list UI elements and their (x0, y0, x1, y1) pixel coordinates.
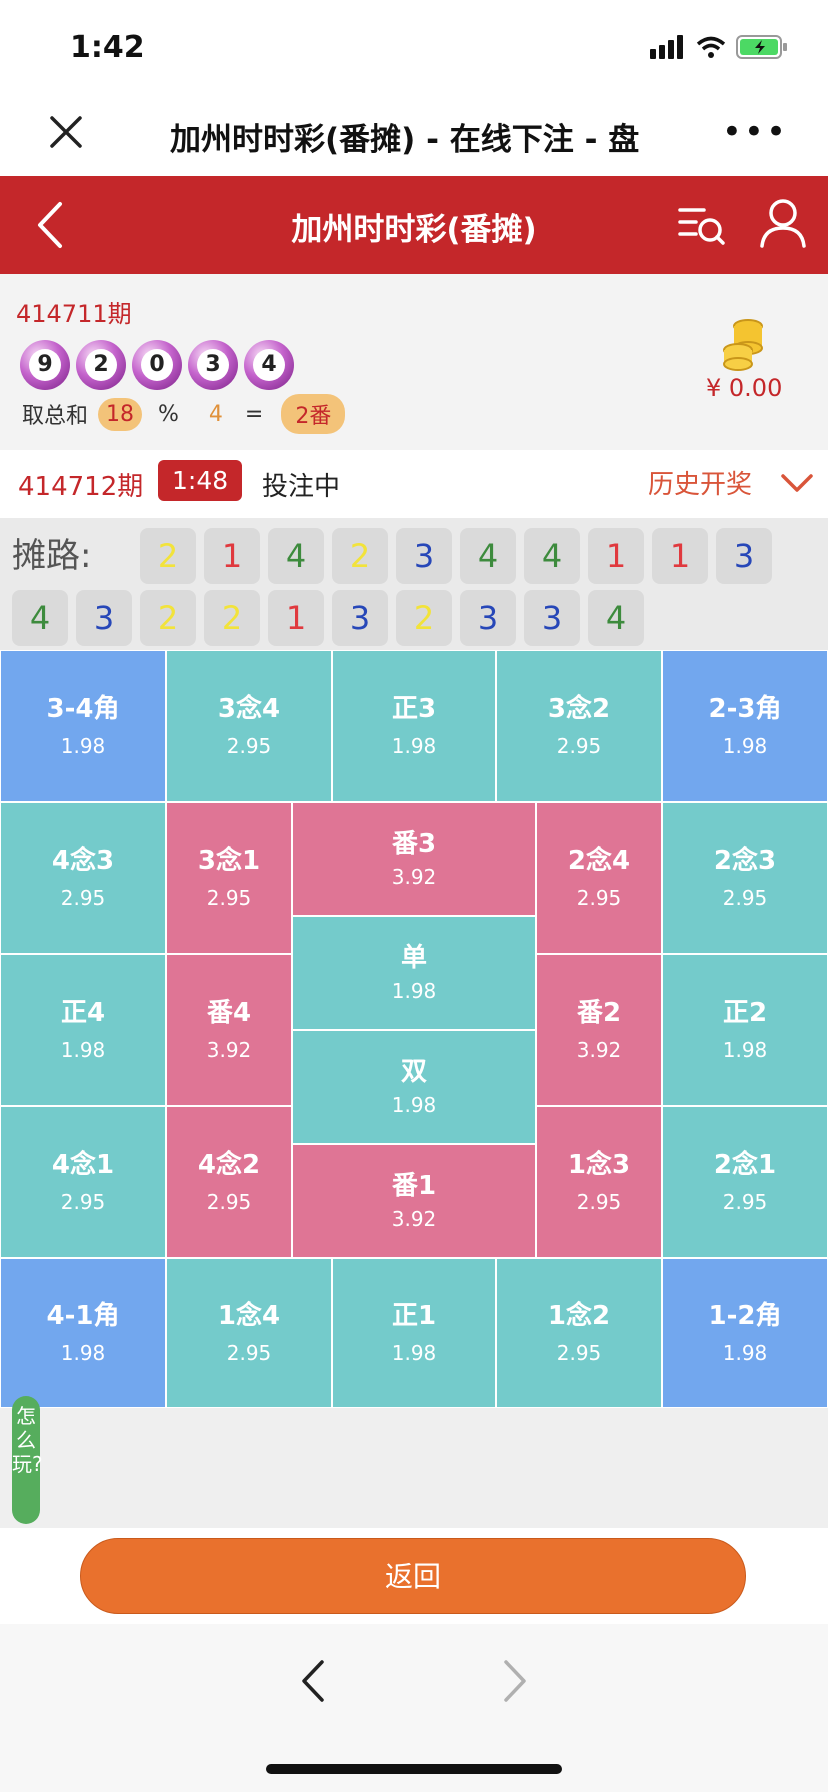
return-bar: 返回 (0, 1528, 828, 1624)
formula-result: 2番 (281, 394, 346, 434)
grid-footer-space (0, 1408, 828, 1528)
betting-status: 投注中 (262, 472, 341, 502)
last-draw-panel: 414711期 9 2 0 3 4 取总和 18 % 4 = 2番 ¥ 0.00 (0, 274, 828, 450)
draw-ball: 2 (76, 340, 126, 390)
battery-icon (736, 35, 787, 59)
road-chip: 4 (268, 528, 324, 584)
formula-eq: = (244, 401, 264, 427)
more-icon[interactable]: ••• (722, 112, 788, 152)
road-chip: 3 (332, 590, 388, 646)
bet-cell-zheng-1[interactable]: 正1 1.98 (332, 1258, 496, 1408)
road-chip: 3 (716, 528, 772, 584)
bet-cell-4-1-jiao[interactable]: 4-1角 1.98 (0, 1258, 166, 1408)
bet-cell-1-nian-2[interactable]: 1念2 2.95 (496, 1258, 662, 1408)
wallet-balance: ¥ 0.00 (706, 374, 783, 402)
bet-cell-2-nian-1[interactable]: 2念1 2.95 (662, 1106, 828, 1258)
draw-ball: 9 (20, 340, 70, 390)
signal-icon (650, 35, 683, 59)
road-chip: 3 (460, 590, 516, 646)
road-chip: 2 (140, 528, 196, 584)
road-chip: 2 (140, 590, 196, 646)
bet-cell-zheng-3[interactable]: 正3 1.98 (332, 650, 496, 802)
bet-cell-1-nian-3[interactable]: 1念3 2.95 (536, 1106, 662, 1258)
wifi-icon (696, 36, 726, 58)
bet-cell-3-4-jiao[interactable]: 3-4角 1.98 (0, 650, 166, 802)
bet-grid: 3-4角 1.98 3念4 2.95 正3 1.98 3念2 2.95 2-3角 1.98… (0, 650, 828, 1408)
road-chip: 1 (268, 590, 324, 646)
coins-icon (723, 319, 763, 371)
browser-nav-bar (0, 1624, 828, 1792)
user-icon[interactable] (758, 196, 808, 250)
chevron-down-icon[interactable] (780, 472, 814, 494)
formula-label: 取总和 (22, 404, 89, 429)
status-icons (650, 34, 788, 60)
bet-cell-zheng-4[interactable]: 正4 1.98 (0, 954, 166, 1106)
current-issue-bar: 414712期 1:48 投注中 历史开奖 (0, 450, 828, 518)
how-to-play-button[interactable]: 怎么玩? (12, 1396, 43, 1524)
bet-cell-fan-4[interactable]: 番4 3.92 (166, 954, 292, 1106)
countdown-badge: 1:48 (158, 460, 243, 501)
formula-mod-sign: % (158, 401, 179, 427)
road-panel: 摊路: 2 1 4 2 3 4 4 1 1 3 4 3 2 2 1 3 2 3 … (0, 518, 828, 650)
search-list-icon[interactable] (676, 200, 726, 250)
road-chip: 4 (588, 590, 644, 646)
road-label: 摊路: (12, 536, 92, 576)
history-link[interactable]: 历史开奖 (648, 464, 752, 501)
road-chip: 2 (332, 528, 388, 584)
browser-title: 加州时时彩(番摊) - 在线下注 - 盘 (170, 122, 640, 158)
formula-mod: 4 (208, 401, 223, 427)
road-chip: 4 (12, 590, 68, 646)
home-indicator (266, 1764, 562, 1774)
bet-cell-4-nian-2[interactable]: 4念2 2.95 (166, 1106, 292, 1258)
last-issue: 414711期 (16, 300, 132, 328)
bet-cell-2-nian-3[interactable]: 2念3 2.95 (662, 802, 828, 954)
bet-cell-2-3-jiao[interactable]: 2-3角 1.98 (662, 650, 828, 802)
current-issue: 414712期 (18, 472, 144, 502)
bet-cell-fan-2[interactable]: 番2 3.92 (536, 954, 662, 1106)
road-chip: 3 (76, 590, 132, 646)
bet-cell-shuang[interactable]: 双 1.98 (292, 1030, 536, 1144)
road-chip: 1 (588, 528, 644, 584)
draw-ball: 3 (188, 340, 238, 390)
bet-cell-dan[interactable]: 单 1.98 (292, 916, 536, 1030)
draw-ball: 4 (244, 340, 294, 390)
bet-cell-3-nian-1[interactable]: 3念1 2.95 (166, 802, 292, 954)
bet-cell-1-2-jiao[interactable]: 1-2角 1.98 (662, 1258, 828, 1408)
draw-formula: 取总和 18 % 4 = 2番 (22, 394, 346, 434)
bet-cell-2-nian-4[interactable]: 2念4 2.95 (536, 802, 662, 954)
chevron-left-icon[interactable] (294, 1656, 334, 1706)
bet-cell-4-nian-3[interactable]: 4念3 2.95 (0, 802, 166, 954)
status-time: 1:42 (70, 30, 145, 65)
road-chip: 2 (396, 590, 452, 646)
bet-cell-1-nian-4[interactable]: 1念4 2.95 (166, 1258, 332, 1408)
draw-balls: 9 2 0 3 4 (20, 340, 294, 390)
road-chip: 1 (204, 528, 260, 584)
bet-cell-fan-1[interactable]: 番1 3.92 (292, 1144, 536, 1258)
bet-cell-3-nian-2[interactable]: 3念2 2.95 (496, 650, 662, 802)
browser-bar: 加州时时彩(番摊) - 在线下注 - 盘 ••• (0, 96, 828, 176)
bet-cell-4-nian-1[interactable]: 4念1 2.95 (0, 1106, 166, 1258)
bet-cell-3-nian-4[interactable]: 3念4 2.95 (166, 650, 332, 802)
return-button[interactable]: 返回 (80, 1538, 746, 1614)
app-header: 加州时时彩(番摊) (0, 176, 828, 274)
draw-ball: 0 (132, 340, 182, 390)
road-chip: 2 (204, 590, 260, 646)
formula-sum: 18 (98, 397, 143, 431)
close-icon[interactable] (44, 110, 88, 154)
road-chip: 4 (524, 528, 580, 584)
bet-cell-fan-3[interactable]: 番3 3.92 (292, 802, 536, 916)
chevron-right-icon[interactable] (494, 1656, 534, 1706)
status-bar: 1:42 (0, 0, 828, 96)
road-chip: 3 (524, 590, 580, 646)
road-chip: 1 (652, 528, 708, 584)
bet-cell-zheng-2[interactable]: 正2 1.98 (662, 954, 828, 1106)
road-chip: 3 (396, 528, 452, 584)
road-chip: 4 (460, 528, 516, 584)
